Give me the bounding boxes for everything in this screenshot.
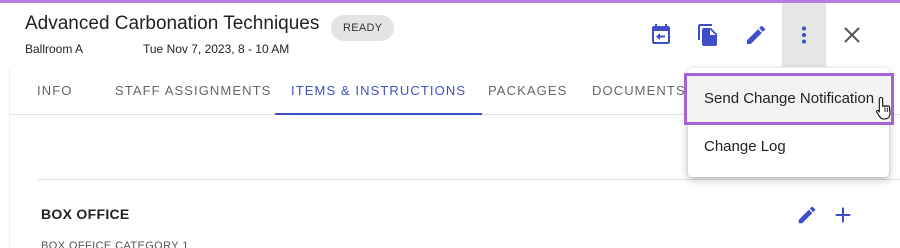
tab-packages[interactable]: PACKAGES bbox=[488, 67, 567, 115]
more-options-button[interactable] bbox=[782, 3, 826, 67]
plus-icon bbox=[835, 207, 851, 223]
event-datetime: Tue Nov 7, 2023, 8 - 10 AM bbox=[143, 42, 290, 56]
section-divider bbox=[38, 179, 900, 180]
section-title: BOX OFFICE bbox=[41, 206, 130, 222]
event-header: Advanced Carbonation Techniques READY Ba… bbox=[0, 3, 900, 67]
edit-button[interactable] bbox=[734, 13, 778, 57]
copy-document-icon bbox=[698, 24, 717, 46]
calendar-arrow-icon bbox=[652, 24, 670, 44]
edit-pencil-icon bbox=[747, 25, 766, 44]
event-location: Ballroom A bbox=[25, 42, 84, 56]
more-options-menu: Send Change Notification Change Log bbox=[684, 68, 894, 177]
left-edge bbox=[0, 67, 10, 248]
menu-item-send-change-notification[interactable]: Send Change Notification bbox=[684, 73, 894, 125]
status-badge: READY bbox=[331, 15, 395, 41]
hand-cursor-icon bbox=[875, 96, 891, 120]
section-subtitle: BOX OFFICE CATEGORY 1 bbox=[41, 240, 189, 248]
close-icon bbox=[844, 27, 860, 43]
tab-info[interactable]: INFO bbox=[37, 67, 72, 115]
more-vertical-icon bbox=[802, 26, 806, 44]
tab-documents[interactable]: DOCUMENTS bbox=[592, 67, 686, 115]
menu-item-change-log[interactable]: Change Log bbox=[688, 123, 889, 171]
tab-items-instructions[interactable]: ITEMS & INSTRUCTIONS bbox=[275, 67, 483, 115]
edit-pencil-icon bbox=[798, 206, 816, 224]
calendar-button[interactable] bbox=[639, 13, 683, 57]
event-title: Advanced Carbonation Techniques bbox=[25, 13, 320, 34]
tab-staff-assignments[interactable]: STAFF ASSIGNMENTS bbox=[115, 67, 271, 115]
copy-button[interactable] bbox=[686, 13, 730, 57]
section-add-button[interactable] bbox=[830, 202, 856, 228]
close-button[interactable] bbox=[830, 13, 874, 57]
section-edit-button[interactable] bbox=[794, 202, 820, 228]
